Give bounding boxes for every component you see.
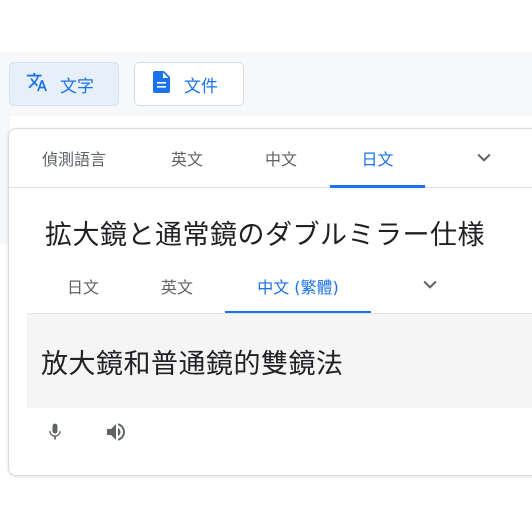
microphone-icon bbox=[45, 420, 65, 448]
source-lang-detect[interactable]: 偵測語言 bbox=[25, 129, 123, 187]
speaker-icon bbox=[104, 420, 128, 448]
chevron-down-icon bbox=[420, 274, 440, 298]
target-lang-more-button[interactable] bbox=[417, 273, 443, 299]
source-language-bar: 偵測語言 英文 中文 日文 bbox=[9, 129, 532, 188]
source-lang-chinese[interactable]: 中文 bbox=[241, 129, 321, 187]
chevron-down-icon bbox=[474, 147, 494, 171]
source-text[interactable]: 拡大鏡と通常鏡のダブルミラー仕様 bbox=[45, 213, 485, 252]
translate-page: 文字 文件 偵測語言 英文 中文 日文 拡大鏡と通常鏡のダブルミラー仕様 日文 … bbox=[0, 0, 532, 532]
document-icon bbox=[152, 70, 172, 99]
text-mode-label: 文字 bbox=[60, 76, 94, 97]
target-lang-english[interactable]: 英文 bbox=[139, 259, 215, 313]
translated-text: 放大鏡和普通鏡的雙鏡法 bbox=[41, 349, 344, 380]
document-mode-button[interactable]: 文件 bbox=[134, 62, 244, 106]
source-lang-japanese[interactable]: 日文 bbox=[330, 129, 425, 188]
target-lang-japanese[interactable]: 日文 bbox=[45, 259, 121, 313]
source-lang-more-button[interactable] bbox=[471, 146, 497, 172]
translate-icon bbox=[26, 71, 48, 98]
target-lang-chinese-traditional[interactable]: 中文 (繁體) bbox=[225, 259, 371, 314]
listen-button[interactable] bbox=[103, 421, 129, 447]
translation-output: 放大鏡和普通鏡的雙鏡法 bbox=[27, 314, 532, 408]
text-mode-button[interactable]: 文字 bbox=[9, 62, 119, 106]
source-lang-english[interactable]: 英文 bbox=[147, 129, 227, 187]
target-language-bar: 日文 英文 中文 (繁體) bbox=[27, 259, 532, 314]
voice-input-button[interactable] bbox=[42, 421, 68, 447]
translation-card: 偵測語言 英文 中文 日文 拡大鏡と通常鏡のダブルミラー仕様 日文 英文 中文 … bbox=[8, 128, 532, 476]
document-mode-label: 文件 bbox=[184, 76, 218, 97]
